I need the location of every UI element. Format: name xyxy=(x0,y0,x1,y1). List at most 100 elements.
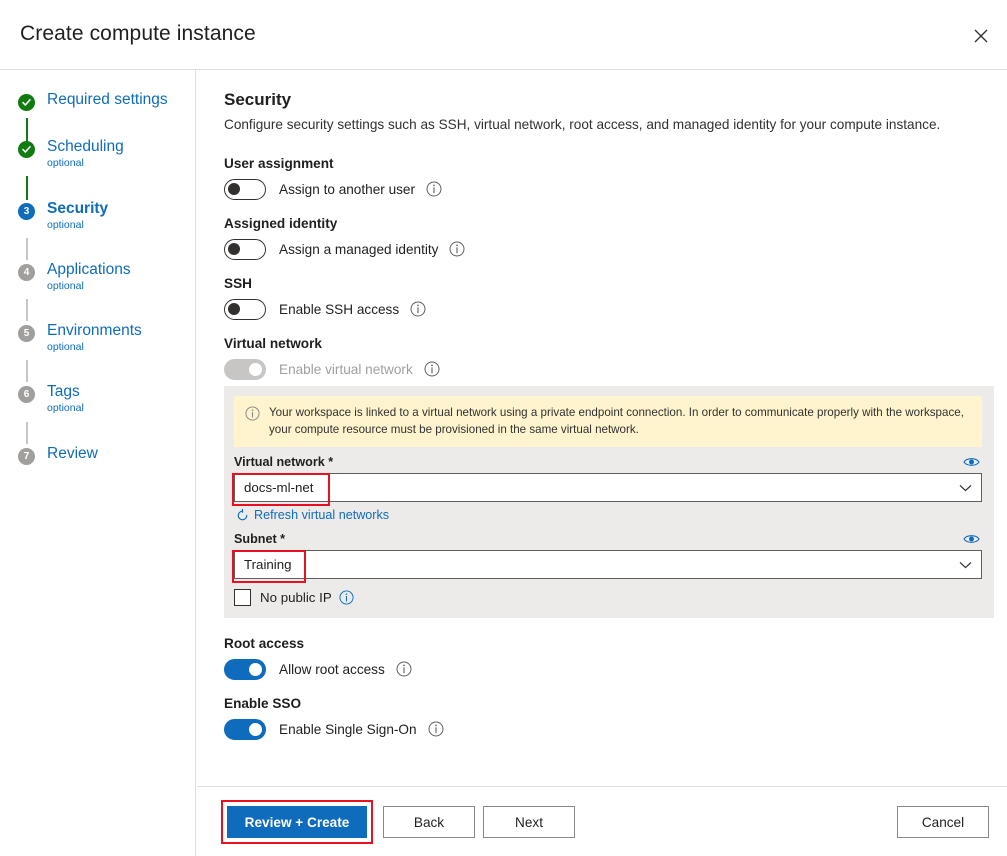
enable-sso-toggle[interactable] xyxy=(224,719,266,740)
ssh-group: SSH Enable SSH access xyxy=(224,276,989,320)
virtual-network-group: Virtual network Enable virtual network xyxy=(224,336,989,380)
info-icon[interactable] xyxy=(428,721,444,737)
sidebar-item-label: Environments xyxy=(47,322,142,339)
subnet-selected-value: Training xyxy=(244,557,292,572)
eye-icon[interactable] xyxy=(963,533,980,545)
assign-to-another-user-label: Assign to another user xyxy=(279,182,415,197)
cancel-button[interactable]: Cancel xyxy=(897,806,989,838)
banner-text: Your workspace is linked to a virtual ne… xyxy=(269,405,970,438)
virtual-network-field-label: Virtual network * xyxy=(234,455,333,469)
step-number-badge: 3 xyxy=(18,203,35,220)
enable-ssh-access-label: Enable SSH access xyxy=(279,302,399,317)
eye-icon[interactable] xyxy=(963,456,980,468)
page-title: Create compute instance xyxy=(20,22,256,46)
virtual-network-selected-value: docs-ml-net xyxy=(244,480,313,495)
refresh-link-label: Refresh virtual networks xyxy=(254,508,389,522)
review-create-button[interactable]: Review + Create xyxy=(227,806,367,838)
refresh-virtual-networks-link[interactable]: Refresh virtual networks xyxy=(236,508,982,522)
create-compute-instance-dialog: Create compute instance Required setting… xyxy=(0,0,1007,856)
assign-managed-identity-toggle[interactable] xyxy=(224,239,266,260)
enable-virtual-network-label: Enable virtual network xyxy=(279,362,413,377)
step-complete-icon xyxy=(18,141,35,158)
info-icon[interactable] xyxy=(426,181,442,197)
user-assignment-label: User assignment xyxy=(224,156,989,171)
allow-root-access-label: Allow root access xyxy=(279,662,385,677)
sidebar-item-optional: optional xyxy=(47,281,131,293)
root-access-group: Root access Allow root access xyxy=(224,636,989,680)
enable-sso-label: Enable Single Sign-On xyxy=(279,722,417,737)
assign-to-another-user-row: Assign to another user xyxy=(224,178,989,200)
enable-virtual-network-toggle xyxy=(224,359,266,380)
assign-to-another-user-toggle[interactable] xyxy=(224,179,266,200)
no-public-ip-row: No public IP xyxy=(234,589,982,606)
step-connector xyxy=(26,360,28,382)
sidebar-item-tags[interactable]: 6 Tags optional xyxy=(18,383,84,414)
sidebar-item-label: Applications xyxy=(47,261,131,278)
allow-root-access-toggle[interactable] xyxy=(224,659,266,680)
step-number-badge: 7 xyxy=(18,448,35,465)
sidebar-item-security[interactable]: 3 Security optional xyxy=(18,200,108,231)
subnet-select[interactable]: Training xyxy=(234,550,982,579)
refresh-icon xyxy=(236,509,249,522)
step-connector xyxy=(26,238,28,260)
chevron-down-icon xyxy=(959,561,972,569)
sidebar-item-environments[interactable]: 5 Environments optional xyxy=(18,322,142,353)
sidebar-item-applications[interactable]: 4 Applications optional xyxy=(18,261,131,292)
no-public-ip-label: No public IP xyxy=(260,590,332,605)
info-icon[interactable] xyxy=(449,241,465,257)
sidebar-item-optional: optional xyxy=(47,342,142,354)
step-number-badge: 6 xyxy=(18,386,35,403)
virtual-network-settings-panel: Your workspace is linked to a virtual ne… xyxy=(224,386,994,618)
sidebar-item-review[interactable]: 7 Review xyxy=(18,445,98,465)
step-connector xyxy=(26,422,28,444)
info-icon xyxy=(245,406,260,426)
sidebar-item-label: Scheduling xyxy=(47,138,124,155)
dialog-footer: Review + Create Back Next Cancel xyxy=(197,786,1007,856)
close-button[interactable] xyxy=(965,20,997,52)
user-assignment-group: User assignment Assign to another user xyxy=(224,156,989,200)
chevron-down-icon xyxy=(959,484,972,492)
sidebar-item-optional: optional xyxy=(47,403,84,415)
wizard-steps-rail: Required settings Scheduling optional 3 … xyxy=(0,70,196,856)
virtual-network-select[interactable]: docs-ml-net xyxy=(234,473,982,502)
sso-group: Enable SSO Enable Single Sign-On xyxy=(224,696,989,740)
sidebar-item-label: Review xyxy=(47,445,98,462)
back-button[interactable]: Back xyxy=(383,806,475,838)
info-icon[interactable] xyxy=(396,661,412,677)
sso-label: Enable SSO xyxy=(224,696,989,711)
dialog-titlebar: Create compute instance xyxy=(0,0,1007,70)
assign-managed-identity-label: Assign a managed identity xyxy=(279,242,438,257)
step-complete-icon xyxy=(18,94,35,111)
step-connector xyxy=(26,299,28,321)
root-access-label: Root access xyxy=(224,636,989,651)
sidebar-item-optional: optional xyxy=(47,158,124,170)
assigned-identity-group: Assigned identity Assign a managed ident… xyxy=(224,216,989,260)
private-endpoint-info-banner: Your workspace is linked to a virtual ne… xyxy=(234,396,982,447)
enable-ssh-access-toggle[interactable] xyxy=(224,299,266,320)
info-icon[interactable] xyxy=(424,361,440,377)
info-icon[interactable] xyxy=(339,590,355,606)
sidebar-item-label: Security xyxy=(47,200,108,217)
enable-ssh-access-row: Enable SSH access xyxy=(224,298,989,320)
assign-managed-identity-row: Assign a managed identity xyxy=(224,238,989,260)
sidebar-item-optional: optional xyxy=(47,220,108,232)
sidebar-item-label: Tags xyxy=(47,383,80,400)
allow-root-access-row: Allow root access xyxy=(224,658,989,680)
info-icon[interactable] xyxy=(410,301,426,317)
ssh-label: SSH xyxy=(224,276,989,291)
no-public-ip-checkbox[interactable] xyxy=(234,589,251,606)
virtual-network-field: Virtual network * docs-ml-net xyxy=(234,455,982,502)
sidebar-item-required-settings[interactable]: Required settings xyxy=(18,91,168,111)
step-number-badge: 5 xyxy=(18,325,35,342)
step-connector xyxy=(26,176,28,200)
virtual-network-label: Virtual network xyxy=(224,336,989,351)
enable-sso-row: Enable Single Sign-On xyxy=(224,718,989,740)
section-description: Configure security settings such as SSH,… xyxy=(224,116,989,134)
assigned-identity-label: Assigned identity xyxy=(224,216,989,231)
subnet-field: Subnet * Training xyxy=(234,532,982,579)
next-button[interactable]: Next xyxy=(483,806,575,838)
step-number-badge: 4 xyxy=(18,264,35,281)
close-icon xyxy=(974,29,988,43)
sidebar-item-scheduling[interactable]: Scheduling optional xyxy=(18,138,124,169)
sidebar-item-label: Required settings xyxy=(47,91,168,108)
